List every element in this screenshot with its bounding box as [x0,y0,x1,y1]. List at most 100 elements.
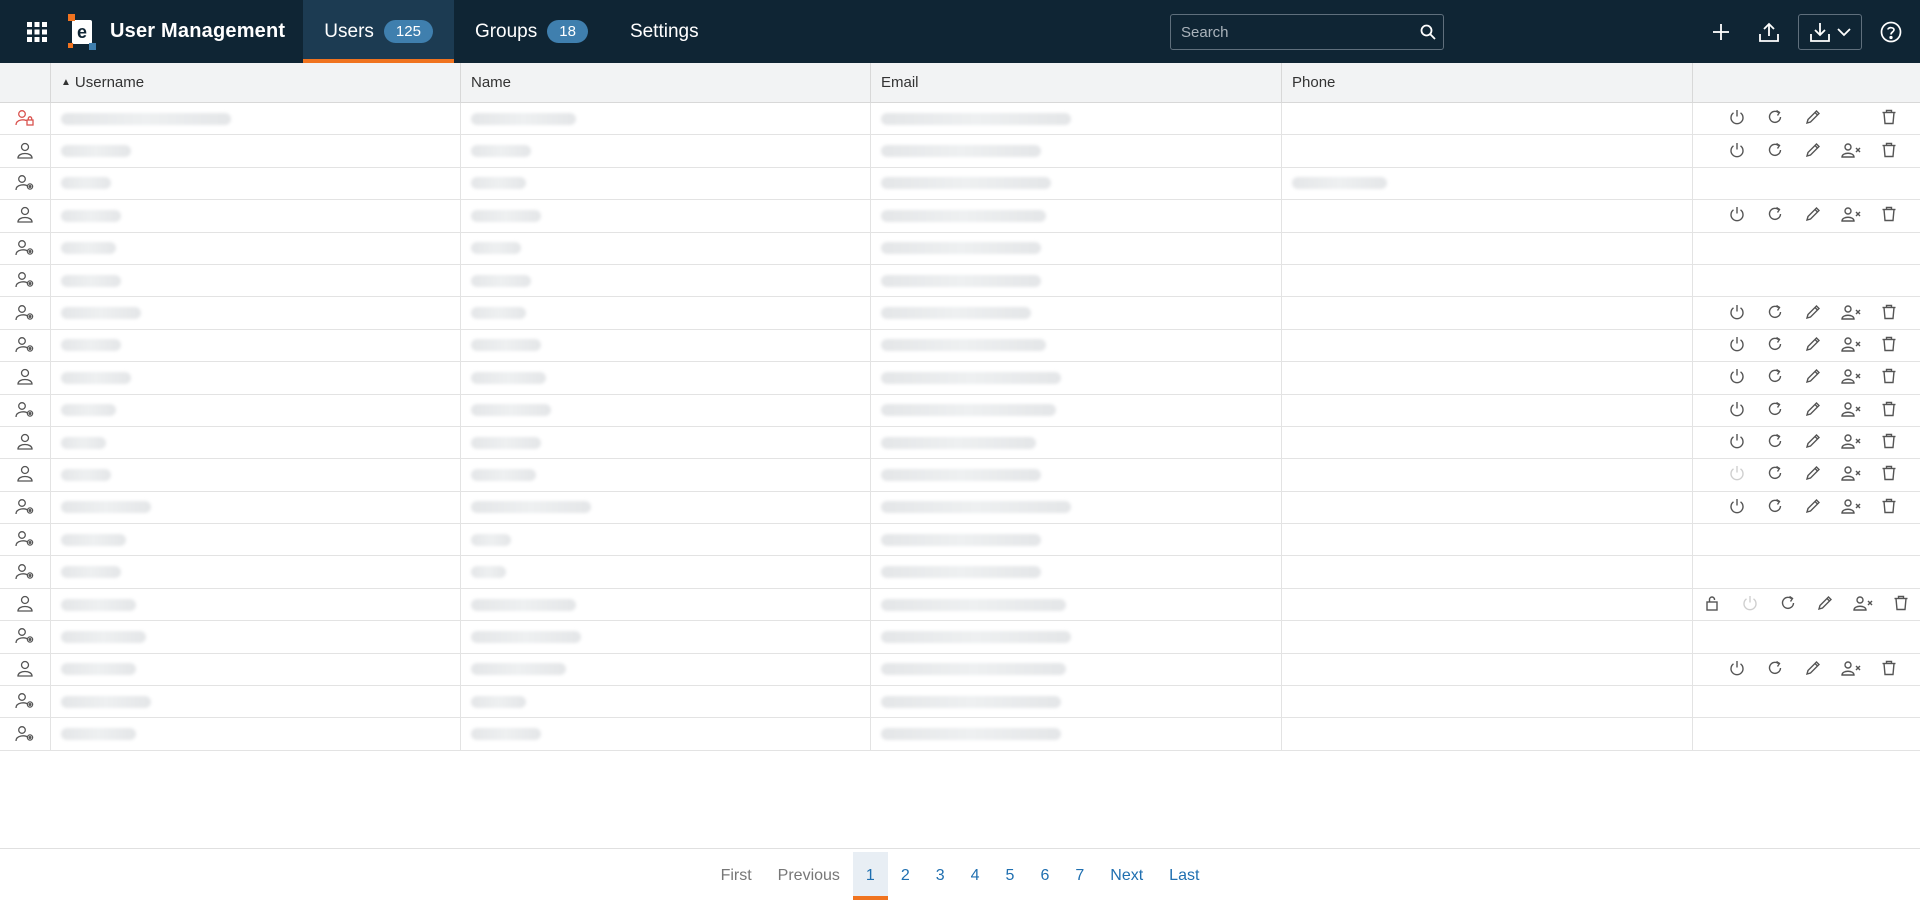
table-row[interactable] [0,556,1920,589]
page-7[interactable]: 7 [1062,852,1097,900]
header-name[interactable]: Name [461,63,871,102]
edit-user-button[interactable] [1794,136,1832,166]
remove-user-button[interactable] [1832,298,1870,328]
edit-user-button[interactable] [1794,363,1832,393]
disable-user-button[interactable] [1718,104,1756,134]
table-row[interactable] [0,491,1920,525]
page-3[interactable]: 3 [923,852,958,900]
disable-user-button[interactable] [1718,395,1756,425]
disable-user-button[interactable] [1718,428,1756,458]
page-2[interactable]: 2 [888,852,923,900]
reset-password-button[interactable] [1756,395,1794,425]
edit-user-button[interactable] [1794,201,1832,231]
disable-user-button[interactable] [1718,136,1756,166]
reset-password-button[interactable] [1756,428,1794,458]
reset-password-button[interactable] [1769,590,1807,620]
edit-user-button[interactable] [1794,395,1832,425]
page-4[interactable]: 4 [958,852,993,900]
add-user-button[interactable] [1702,13,1740,51]
import-button[interactable] [1750,13,1788,51]
table-row[interactable] [0,135,1920,168]
delete-user-button[interactable] [1882,590,1920,620]
table-row[interactable] [0,167,1920,201]
delete-user-button[interactable] [1870,492,1908,522]
table-row[interactable] [0,524,1920,557]
reset-password-button[interactable] [1756,330,1794,360]
table-row[interactable] [0,264,1920,298]
edit-user-button[interactable] [1794,460,1832,490]
edit-user-button[interactable] [1794,492,1832,522]
reset-password-button[interactable] [1756,104,1794,134]
edit-user-button[interactable] [1794,298,1832,328]
tab-settings[interactable]: Settings [609,0,720,63]
remove-user-button[interactable] [1832,395,1870,425]
reset-password-button[interactable] [1756,136,1794,166]
tab-groups[interactable]: Groups 18 [454,0,609,63]
table-row[interactable] [0,103,1920,136]
delete-user-button[interactable] [1870,298,1908,328]
delete-user-button[interactable] [1870,104,1908,134]
table-row[interactable] [0,362,1920,395]
edit-user-button[interactable] [1794,654,1832,684]
table-row[interactable] [0,394,1920,427]
table-row[interactable] [0,686,1920,719]
remove-user-button[interactable] [1832,460,1870,490]
table-row[interactable] [0,297,1920,330]
delete-user-button[interactable] [1870,363,1908,393]
delete-user-button[interactable] [1870,460,1908,490]
header-phone[interactable]: Phone [1282,63,1693,102]
disable-user-button[interactable] [1718,201,1756,231]
disable-user-button[interactable] [1718,460,1756,490]
page-6[interactable]: 6 [1027,852,1062,900]
reset-password-button[interactable] [1756,460,1794,490]
remove-user-button[interactable] [1832,428,1870,458]
export-button[interactable] [1798,13,1862,50]
disable-user-button[interactable] [1718,330,1756,360]
edit-user-button[interactable] [1794,104,1832,134]
previous-page-button[interactable]: Previous [765,852,853,900]
delete-user-button[interactable] [1870,395,1908,425]
unlock-user-button[interactable] [1693,590,1731,620]
table-row[interactable] [0,459,1920,492]
page-5[interactable]: 5 [993,852,1028,900]
disable-user-button[interactable] [1718,298,1756,328]
table-row[interactable] [0,329,1920,363]
edit-user-button[interactable] [1794,330,1832,360]
first-page-button[interactable]: First [708,852,765,900]
reset-password-button[interactable] [1756,201,1794,231]
remove-user-button[interactable] [1844,590,1882,620]
remove-user-button[interactable] [1832,492,1870,522]
edit-user-button[interactable] [1807,590,1845,620]
table-row[interactable] [0,200,1920,233]
remove-user-button[interactable] [1832,330,1870,360]
reset-password-button[interactable] [1756,654,1794,684]
page-1[interactable]: 1 [852,852,888,900]
table-row[interactable] [0,718,1920,751]
remove-user-button[interactable] [1832,136,1870,166]
delete-user-button[interactable] [1870,654,1908,684]
search-icon[interactable] [1413,24,1443,40]
help-button[interactable] [1872,13,1910,51]
next-page-button[interactable]: Next [1097,852,1156,900]
remove-user-button[interactable] [1832,654,1870,684]
app-launcher-icon[interactable] [12,0,62,63]
table-row[interactable] [0,621,1920,654]
tab-users[interactable]: Users 125 [303,0,454,63]
table-row[interactable] [0,653,1920,687]
header-username[interactable]: ▲ Username [51,63,461,102]
remove-user-button[interactable] [1832,363,1870,393]
reset-password-button[interactable] [1756,492,1794,522]
table-row[interactable] [0,588,1920,622]
table-row[interactable] [0,426,1920,460]
reset-password-button[interactable] [1756,298,1794,328]
delete-user-button[interactable] [1870,330,1908,360]
last-page-button[interactable]: Last [1156,852,1212,900]
disable-user-button[interactable] [1718,492,1756,522]
delete-user-button[interactable] [1870,201,1908,231]
header-email[interactable]: Email [871,63,1282,102]
disable-user-button[interactable] [1718,654,1756,684]
search-input[interactable] [1171,23,1413,41]
disable-user-button[interactable] [1718,363,1756,393]
delete-user-button[interactable] [1870,428,1908,458]
remove-user-button[interactable] [1832,201,1870,231]
